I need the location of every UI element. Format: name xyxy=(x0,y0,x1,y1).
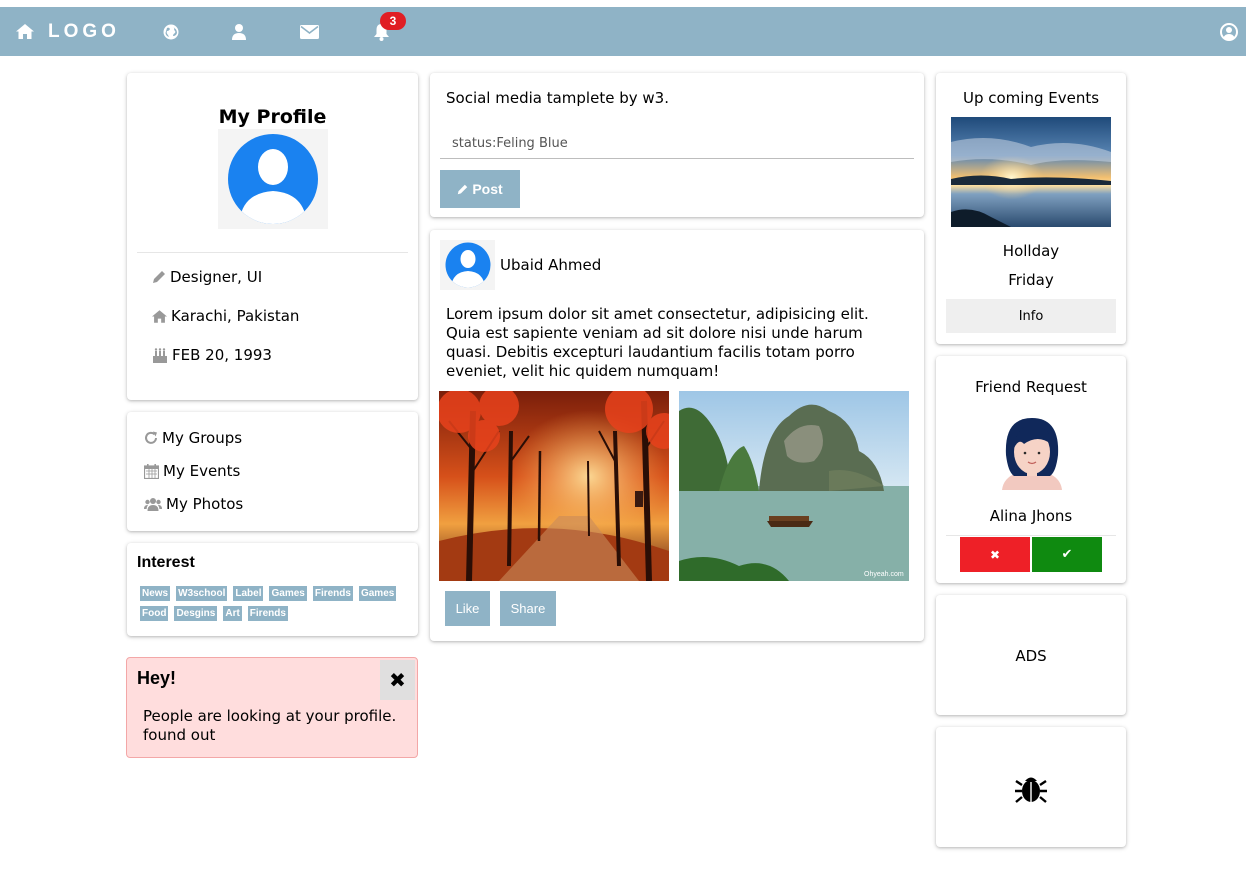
notification-count-badge: 3 xyxy=(380,12,406,30)
friend-request-title: Friend Request xyxy=(975,378,1087,396)
event-name: Hollday xyxy=(1002,242,1060,260)
friend-request-card: Friend Request Alina Jhons ✖ ✔ xyxy=(936,356,1126,583)
post-button-label: Post xyxy=(472,181,503,197)
profile-divider xyxy=(137,252,408,253)
author-avatar[interactable] xyxy=(440,240,495,290)
home-icon xyxy=(152,309,167,323)
my-groups-label: My Groups xyxy=(162,429,243,447)
island-lake-photo[interactable]: Ohyeah.com xyxy=(679,391,909,581)
event-day: Friday xyxy=(1008,271,1054,289)
interest-tags: News W3school Label Games Firends Games … xyxy=(140,586,408,621)
interest-tag[interactable]: News xyxy=(140,586,171,601)
logo-link[interactable]: LOGO xyxy=(12,7,124,56)
close-icon: ✖ xyxy=(989,547,1001,562)
account-nav-button[interactable] xyxy=(1216,7,1242,56)
friend-divider xyxy=(946,535,1116,536)
pencil-icon xyxy=(153,271,165,283)
post-author-name[interactable]: Ubaid Ahmed xyxy=(500,256,601,274)
interest-tag[interactable]: Art xyxy=(223,606,242,621)
interest-tag[interactable]: Games xyxy=(269,586,307,601)
my-events-link[interactable]: My Events xyxy=(144,462,240,480)
top-navbar: LOGO 3 xyxy=(0,7,1246,56)
my-events-label: My Events xyxy=(163,462,241,480)
globe-nav-button[interactable] xyxy=(158,7,184,56)
profile-title: My Profile xyxy=(218,106,327,128)
refresh-icon xyxy=(145,431,157,444)
event-info-button[interactable]: Info xyxy=(946,299,1116,333)
envelope-icon xyxy=(299,24,319,39)
post-composer-card: Social media tamplete by w3. Post xyxy=(430,73,924,217)
messages-nav-button[interactable] xyxy=(296,7,322,56)
post-button[interactable]: Post xyxy=(440,170,520,208)
profile-birthday-row: FEB 20, 1993 xyxy=(152,346,272,364)
user-nav-button[interactable] xyxy=(226,7,252,56)
interest-tag[interactable]: Firends xyxy=(312,586,353,601)
alert-title: Hey! xyxy=(137,668,177,688)
sunset-lake-photo xyxy=(951,117,1111,227)
logo-text: LOGO xyxy=(48,20,120,42)
ads-label: ADS xyxy=(1015,647,1047,665)
my-photos-link[interactable]: My Photos xyxy=(144,495,243,513)
account-icon xyxy=(1220,22,1238,41)
my-photos-label: My Photos xyxy=(166,495,244,513)
close-icon: ✖ xyxy=(389,668,406,692)
alert-close-button[interactable]: ✖ xyxy=(380,660,415,700)
home-icon xyxy=(16,24,35,39)
my-groups-link[interactable]: My Groups xyxy=(144,429,242,447)
interest-card: Interest News W3school Label Games Firen… xyxy=(127,543,418,636)
profile-location-row: Karachi, Pakistan xyxy=(152,307,299,325)
post-text: Lorem ipsum dolor sit amet consectetur, … xyxy=(446,305,869,380)
status-input[interactable] xyxy=(440,129,914,159)
interest-tag[interactable]: Firends xyxy=(247,606,288,621)
profile-alert: Hey! ✖ People are looking at your profil… xyxy=(126,657,418,758)
default-avatar-icon xyxy=(228,134,318,224)
like-button[interactable]: Like xyxy=(445,591,490,626)
share-button[interactable]: Share xyxy=(500,591,556,626)
bug-icon xyxy=(1015,777,1047,803)
events-title: Up coming Events xyxy=(962,89,1100,107)
profile-job-row: Designer, UI xyxy=(152,268,262,286)
birthday-cake-icon xyxy=(153,347,167,363)
accept-request-button[interactable]: ✔ xyxy=(1032,537,1102,572)
top-strip xyxy=(0,0,1246,7)
svg-text:Ohyeah.com: Ohyeah.com xyxy=(864,571,904,578)
profile-avatar xyxy=(218,129,328,229)
friend-name: Alina Jhons xyxy=(989,507,1073,525)
autumn-park-photo[interactable] xyxy=(439,391,669,581)
ads-card[interactable]: ADS xyxy=(936,595,1126,715)
profile-location: Karachi, Pakistan xyxy=(171,307,300,325)
interest-tag[interactable]: Desgins xyxy=(174,606,218,621)
check-icon: ✔ xyxy=(1061,547,1073,562)
profile-card: My Profile Designer, UI Karachi, Pakista… xyxy=(127,73,418,400)
globe-icon xyxy=(163,24,179,39)
quick-links-card: My Groups My Events My Photos xyxy=(127,412,418,531)
upcoming-events-card: Up coming Events Hollday Friday Info xyxy=(936,73,1126,344)
composer-heading: Social media tamplete by w3. xyxy=(446,89,669,107)
interest-tag[interactable]: W3school xyxy=(176,586,228,601)
pencil-icon xyxy=(458,184,468,194)
bug-report-card[interactable] xyxy=(936,727,1126,847)
interest-title: Interest xyxy=(137,554,195,571)
interest-tag[interactable]: Label xyxy=(233,586,264,601)
decline-request-button[interactable]: ✖ xyxy=(960,537,1030,572)
users-icon xyxy=(144,498,162,511)
profile-job: Designer, UI xyxy=(170,268,263,286)
default-avatar-icon xyxy=(445,242,490,288)
profile-birthday: FEB 20, 1993 xyxy=(172,346,272,364)
friend-avatar[interactable] xyxy=(994,410,1070,490)
feed-post-card: Ubaid Ahmed Lorem ipsum dolor sit amet c… xyxy=(430,230,924,641)
interest-tag[interactable]: Games xyxy=(358,586,397,601)
calendar-icon xyxy=(144,463,159,479)
user-icon xyxy=(232,23,246,40)
alert-message: People are looking at your profile. foun… xyxy=(143,707,397,744)
interest-tag[interactable]: Food xyxy=(140,606,169,621)
